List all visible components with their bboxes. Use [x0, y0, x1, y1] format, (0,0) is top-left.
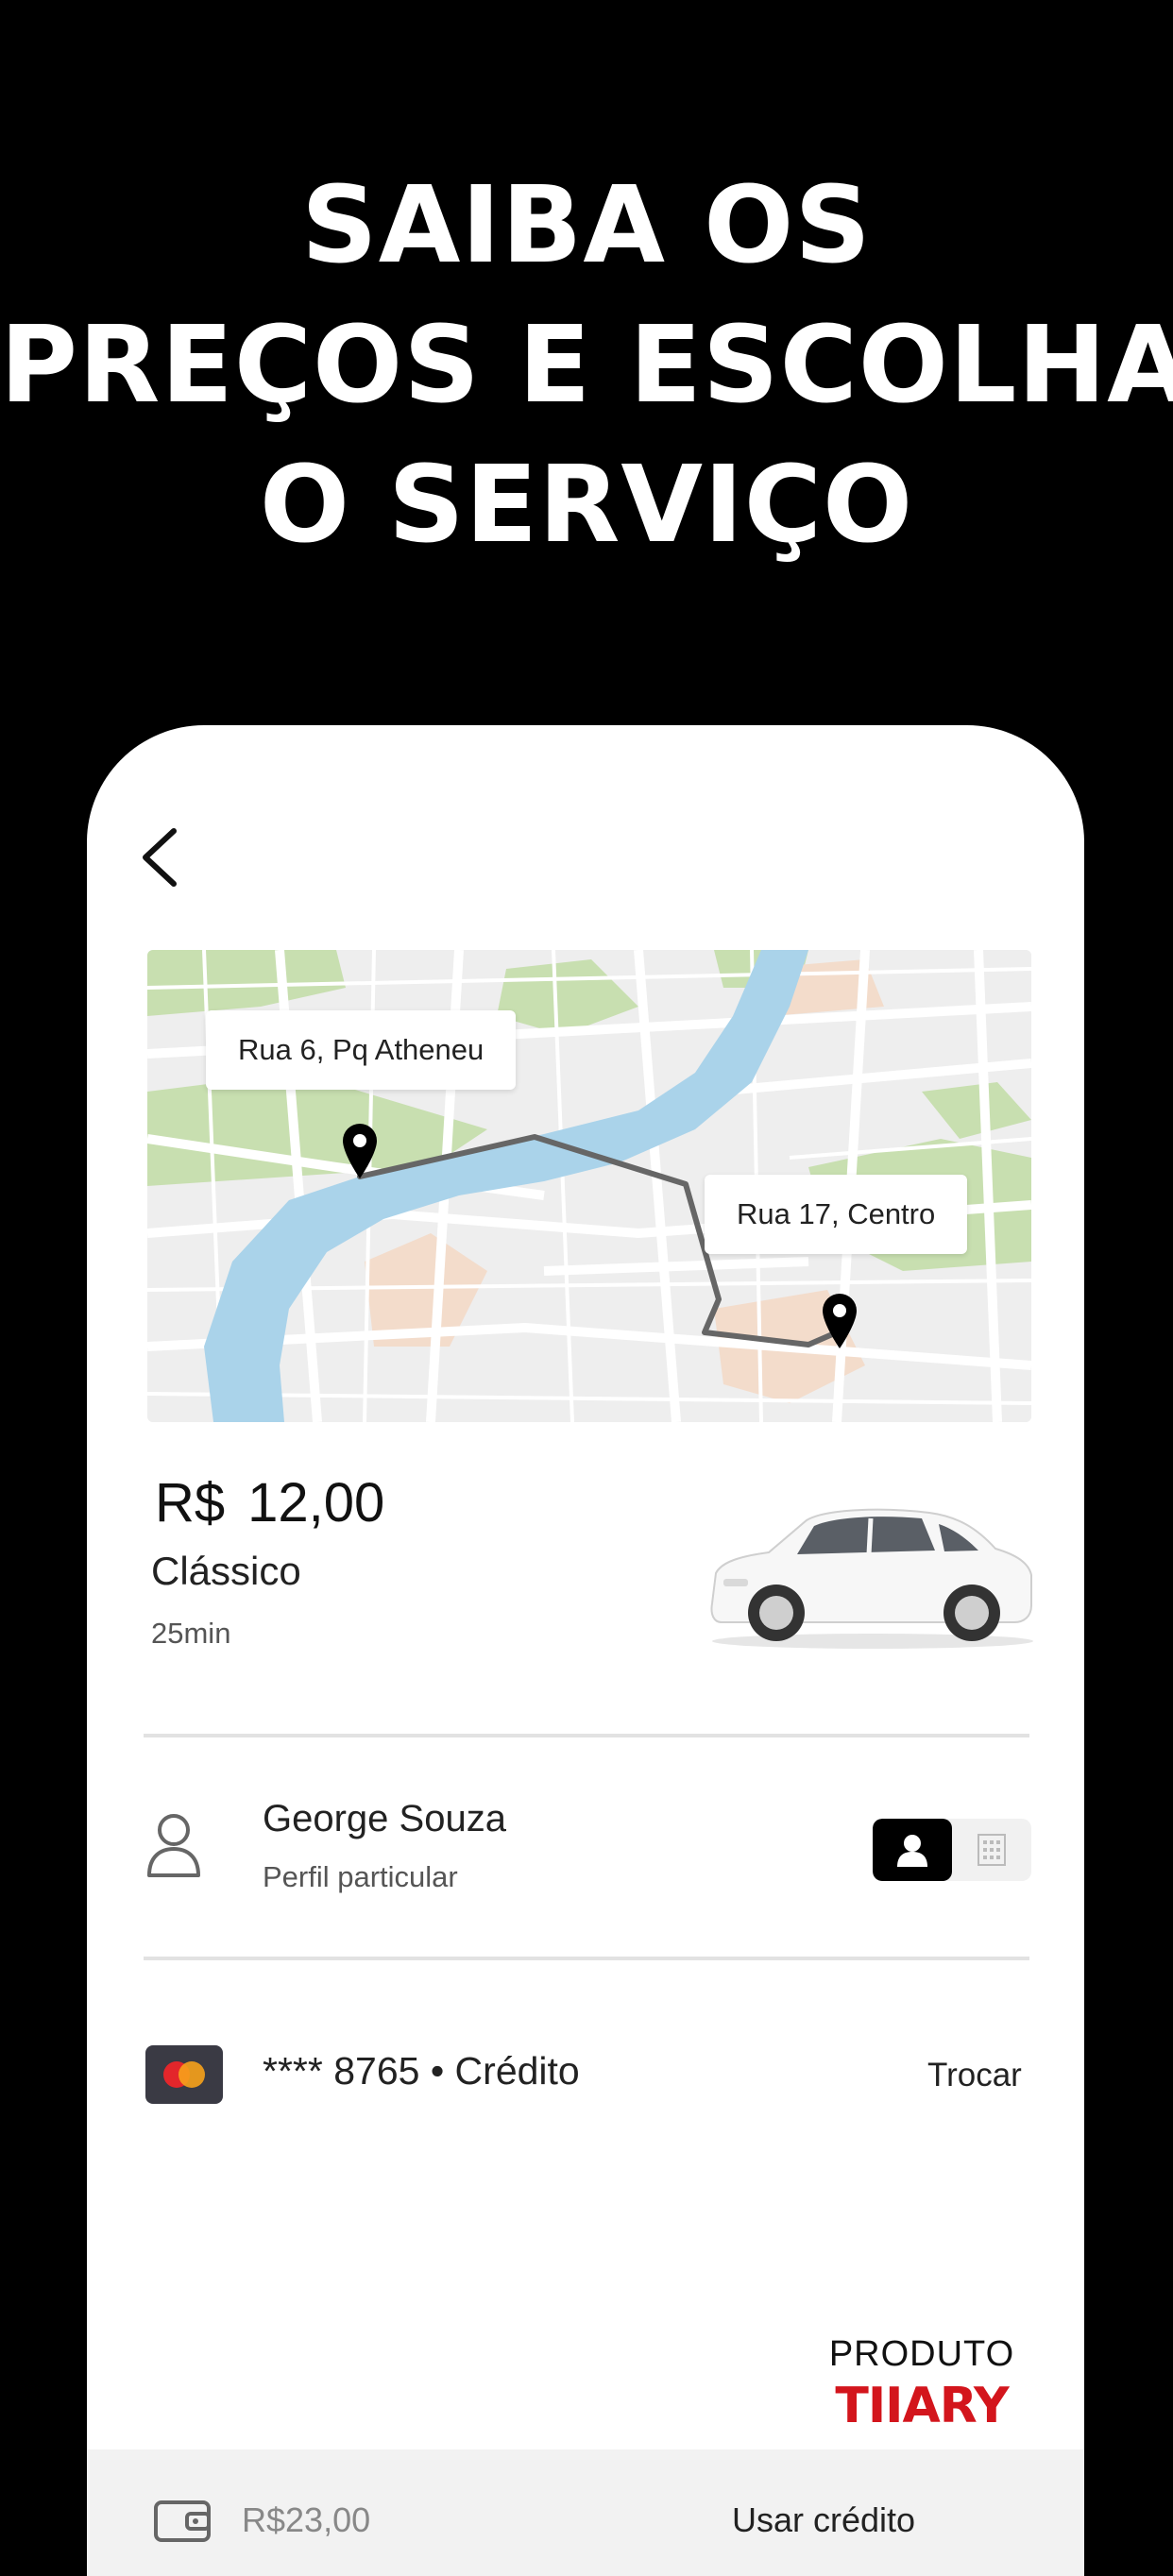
destination-label: Rua 17, Centro [705, 1175, 968, 1254]
headline-line-2: PREÇOS E ESCOLHA [0, 304, 1173, 427]
chevron-left-icon [143, 828, 177, 887]
payment-card-label: **** 8765 • Crédito [263, 2049, 580, 2093]
business-profile-button[interactable] [952, 1819, 1031, 1881]
user-name: George Souza [263, 1798, 506, 1839]
ride-duration: 25min [151, 1617, 231, 1650]
price-value: 12,00 [247, 1472, 385, 1534]
origin-label: Rua 6, Pq Atheneu [206, 1010, 517, 1090]
divider [144, 1957, 1029, 1960]
origin-map-pin-icon [343, 1124, 377, 1178]
use-credit-button[interactable]: Usar crédito [732, 2500, 915, 2540]
profile-toggle [873, 1819, 1031, 1881]
wallet-balance: R$23,00 [242, 2500, 371, 2539]
destination-map-pin-icon [823, 1294, 857, 1348]
ride-price: R$ 12,00 [155, 1471, 384, 1534]
user-profile-type: Perfil particular [263, 1860, 458, 1893]
badge-brand-text: TIIARY [835, 2378, 1009, 2434]
mastercard-icon [145, 2045, 223, 2104]
phone-screen: Rua 6, Pq Atheneu Rua 17, Centro R$ 12,00… [87, 725, 1084, 2576]
wallet-icon [154, 2500, 211, 2542]
badge-top-text: PRODUTO [828, 2334, 1015, 2374]
back-button[interactable] [132, 820, 189, 895]
building-icon [978, 1834, 1006, 1866]
bottom-bar: R$23,00 Usar crédito [87, 2449, 1084, 2576]
product-badge: PRODUTO TIIARY [808, 2334, 1082, 2438]
headline-line-1: SAIBA OS [301, 164, 872, 287]
price-currency: R$ [155, 1472, 226, 1534]
car-image [710, 1508, 1033, 1649]
person-icon [897, 1835, 927, 1867]
divider [144, 1734, 1029, 1737]
service-name: Clássico [151, 1549, 301, 1593]
user-outline-icon [147, 1814, 200, 1877]
personal-profile-button[interactable] [873, 1819, 952, 1881]
headline-line-3: O SERVIÇO [259, 444, 914, 567]
change-payment-button[interactable]: Trocar [927, 2057, 1022, 2094]
headline: SAIBA OS PREÇOS E ESCOLHA O SERVIÇO [0, 156, 1173, 575]
route-map[interactable]: Rua 6, Pq Atheneu Rua 17, Centro [147, 950, 1031, 1422]
